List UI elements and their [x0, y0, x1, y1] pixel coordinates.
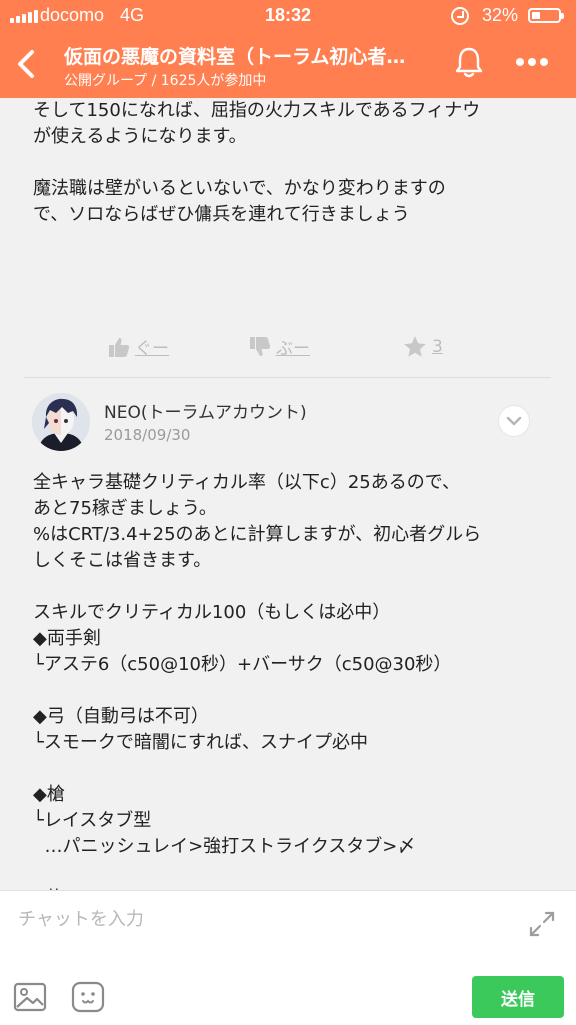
group-title[interactable]: 仮面の悪魔の資料室（トーラム初心者…	[64, 42, 436, 69]
sticker-button[interactable]	[71, 981, 105, 1013]
app-header: docomo 4G 18:32 32% 仮面の悪魔の資料室（トーラム初心者… 公…	[0, 0, 576, 98]
expand-input-button[interactable]	[527, 909, 557, 939]
chat-input[interactable]	[18, 901, 498, 937]
image-attach-button[interactable]	[13, 981, 47, 1013]
battery-icon	[528, 8, 564, 23]
thumbs-up-icon	[109, 337, 130, 357]
good-button[interactable]: ぐー	[107, 334, 169, 359]
more-menu-button[interactable]	[512, 50, 552, 74]
chat-thread[interactable]: そして150になれば、屈指の火力スキルであるフィナウ が使えるようになります。 …	[0, 98, 576, 890]
message-divider	[24, 377, 551, 378]
bell-icon	[455, 47, 483, 78]
more-dots-icon	[516, 58, 548, 66]
avatar[interactable]	[32, 393, 90, 451]
chat-input-bar: 送信	[0, 890, 576, 1025]
bad-button[interactable]: ぶー	[248, 334, 310, 359]
group-subtitle: 公開グループ / 1625人が参加中	[64, 73, 267, 89]
post-date: 2018/09/30	[104, 426, 191, 444]
image-icon	[13, 982, 47, 1012]
rotation-lock-icon	[451, 7, 469, 25]
status-bar: docomo 4G 18:32 32%	[0, 0, 576, 32]
chevron-down-icon	[506, 416, 522, 426]
previous-message-text: そして150になれば、屈指の火力スキルであるフィナウ が使えるようになります。 …	[33, 100, 481, 225]
send-button[interactable]: 送信	[472, 976, 564, 1018]
expand-icon	[529, 911, 555, 937]
post-text: 全キャラ基礎クリティカル率（以下c）25あるので、 あと75稼ぎましょう。 %は…	[33, 472, 482, 890]
good-label: ぐー	[135, 339, 169, 359]
smiley-icon	[71, 981, 105, 1013]
bad-label: ぶー	[276, 339, 310, 359]
back-button[interactable]	[8, 42, 44, 86]
chevron-left-icon	[18, 50, 34, 78]
anime-character-avatar-icon	[32, 393, 90, 451]
star-count: 3	[432, 337, 443, 357]
battery-percent: 32%	[482, 5, 519, 25]
notification-button[interactable]	[451, 44, 487, 80]
message-options-button[interactable]	[499, 406, 529, 436]
reaction-bar: ぐー ぶー 3	[0, 334, 576, 364]
thumbs-down-icon	[250, 336, 271, 356]
author-name[interactable]: NEO(トーラムアカウント)	[104, 398, 307, 423]
star-icon	[404, 336, 426, 357]
star-button[interactable]: 3	[402, 334, 443, 360]
